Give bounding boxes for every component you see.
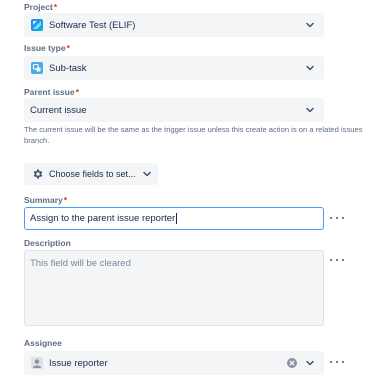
chevron-down-icon[interactable] — [303, 61, 317, 75]
chevron-down-icon[interactable] — [303, 18, 317, 32]
chevron-down-icon — [142, 171, 151, 177]
required-marker: * — [53, 2, 58, 12]
project-value: Software Test (ELIF) — [49, 19, 136, 31]
description-label: Description — [24, 238, 71, 248]
parent-issue-select[interactable]: Current issue — [24, 98, 324, 122]
clear-icon[interactable] — [287, 358, 297, 368]
assignee-select[interactable]: Issue reporter — [24, 351, 324, 375]
parent-issue-label: Parent issue* — [24, 87, 79, 97]
parent-issue-help-text: The current issue will be the same as th… — [24, 125, 363, 145]
summary-more-options-icon[interactable] — [330, 213, 344, 223]
project-label: Project* — [24, 2, 58, 12]
choose-fields-label: Choose fields to set... — [49, 169, 136, 179]
subtask-icon — [31, 62, 43, 74]
avatar-icon — [31, 357, 43, 369]
project-select[interactable]: Software Test (ELIF) — [24, 13, 324, 37]
summary-input[interactable]: Assign to the parent issue reporter — [24, 207, 324, 230]
summary-value: Assign to the parent issue reporter — [30, 213, 176, 224]
required-marker: * — [75, 87, 79, 97]
text-cursor — [176, 213, 178, 224]
required-marker: * — [66, 43, 70, 53]
issue-type-select[interactable]: Sub-task — [24, 56, 324, 80]
description-placeholder: This field will be cleared — [30, 258, 131, 269]
description-more-options-icon[interactable] — [330, 255, 344, 265]
issue-type-label: Issue type* — [24, 43, 70, 53]
create-issue-form: Project* Software Test (ELIF) Issue type… — [0, 0, 367, 386]
summary-label: Summary* — [24, 195, 68, 205]
choose-fields-button[interactable]: Choose fields to set... — [24, 163, 158, 185]
issue-type-value: Sub-task — [49, 62, 87, 74]
gear-icon — [32, 168, 44, 180]
assignee-label: Assignee — [24, 338, 62, 348]
project-icon — [31, 19, 43, 31]
parent-issue-value: Current issue — [30, 104, 87, 116]
assignee-value: Issue reporter — [49, 357, 108, 369]
required-marker: * — [63, 195, 68, 205]
chevron-down-icon[interactable] — [303, 356, 317, 370]
description-textarea[interactable]: This field will be cleared — [24, 250, 324, 326]
chevron-down-icon[interactable] — [303, 103, 317, 117]
assignee-more-options-icon[interactable] — [330, 357, 344, 367]
